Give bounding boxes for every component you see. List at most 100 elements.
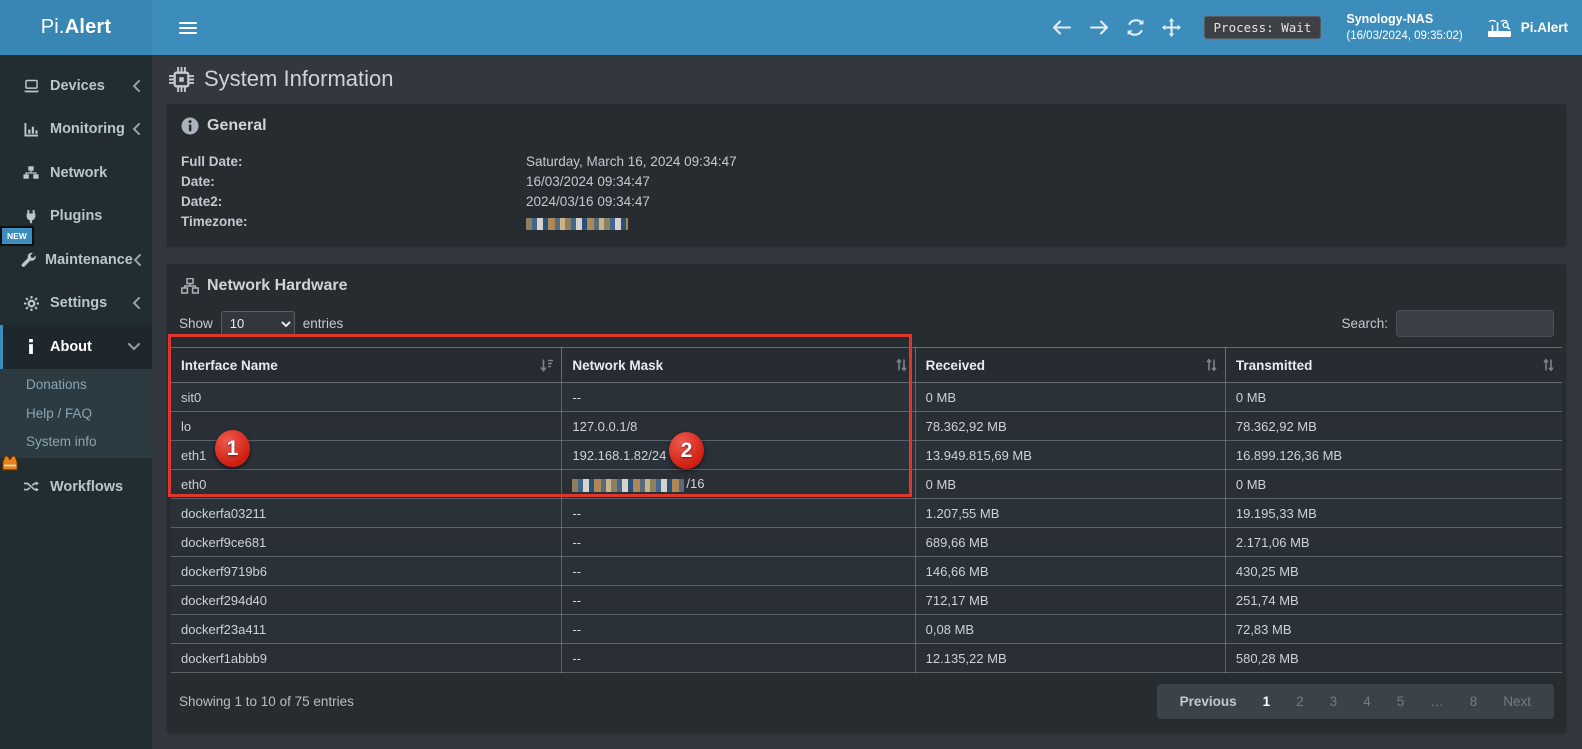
sidebar-item-network[interactable]: Network [0,151,152,195]
refresh-button[interactable] [1126,19,1145,36]
sidebar-item-label: Plugins [50,208,102,224]
forward-button[interactable] [1089,20,1109,35]
cell-mask: -- [562,615,915,644]
pagination-page-8[interactable]: 8 [1457,692,1491,711]
cell-transmitted: 16.899.126,36 MB [1225,441,1562,470]
table-row: dockerf9719b6 -- 146,66 MB 430,25 MB [171,557,1562,586]
column-header-network-mask[interactable]: Network Mask [562,348,915,383]
pagination-page-1[interactable]: 1 [1250,692,1284,711]
chevron-down-icon [128,343,140,351]
general-row: Full Date: Saturday, March 16, 2024 09:3… [181,152,1552,172]
cell-mask: -- [562,528,915,557]
page-size-select[interactable]: 10 [221,311,295,337]
cell-received: 0,08 MB [915,615,1225,644]
chart-icon [21,122,41,137]
cell-transmitted: 251,74 MB [1225,586,1562,615]
table-row: sit0 -- 0 MB 0 MB [171,383,1562,412]
back-button[interactable] [1052,20,1072,35]
plug-icon [21,209,41,224]
brand-prefix: Pi. [41,16,65,39]
cell-mask: /16 [562,470,915,499]
sidebar-item-maintenance[interactable]: NEW Maintenance [0,238,152,282]
table-row: dockerf294d40 -- 712,17 MB 251,74 MB [171,586,1562,615]
info-icon [21,339,41,354]
top-navbar: Pi.Alert Process: Wait Synology-NAS (16/… [0,0,1582,55]
general-panel: General Full Date: Saturday, March 16, 2… [167,104,1566,246]
sort-both-icon [896,358,907,372]
cell-received: 0 MB [915,470,1225,499]
chevron-left-icon [132,297,140,309]
main-content: System Information General Full Date: Sa… [152,55,1582,749]
search-input[interactable] [1396,310,1554,337]
sidebar-item-about[interactable]: About [0,325,152,369]
general-row: Date2: 2024/03/16 09:34:47 [181,192,1552,212]
pagination-page-4[interactable]: 4 [1350,692,1384,711]
table-row: eth1 192.168.1.82/24 13.949.815,69 MB 16… [171,441,1562,470]
info-circle-icon [181,117,199,135]
sidebar-item-monitoring[interactable]: Monitoring [0,108,152,152]
topbar-app-label: Pi.Alert [1486,17,1568,38]
pagination-page-5[interactable]: 5 [1384,692,1418,711]
sidebar-item-workflows[interactable]: Workflows [0,465,152,509]
brand-bold: Alert [65,16,112,39]
cell-interface: eth0 [171,470,562,499]
cell-interface: dockerf9ce681 [171,528,562,557]
host-info: Synology-NAS (16/03/2024, 09:35:02) [1346,10,1462,45]
showing-entries-text: Showing 1 to 10 of 75 entries [179,694,354,709]
shuffle-icon [21,480,41,493]
field-value: 16/03/2024 09:34:47 [526,172,650,192]
pagination-next[interactable]: Next [1490,692,1544,711]
router-icon [1486,17,1513,38]
cell-mask: 127.0.0.1/8 [562,412,915,441]
cell-received: 1.207,55 MB [915,499,1225,528]
brand-logo[interactable]: Pi.Alert [0,0,152,55]
cell-received: 0 MB [915,383,1225,412]
cell-transmitted: 430,25 MB [1225,557,1562,586]
chip-icon [169,67,194,92]
pagination-page-2[interactable]: 2 [1283,692,1317,711]
menu-toggle-button[interactable] [166,0,210,55]
cell-transmitted: 19.195,33 MB [1225,499,1562,528]
field-value: Saturday, March 16, 2024 09:34:47 [526,152,737,172]
chevron-left-icon [132,123,140,135]
sidebar-item-devices[interactable]: Devices [0,64,152,108]
sort-both-icon [1206,358,1217,372]
topnav: Process: Wait Synology-NAS (16/03/2024, … [152,0,1582,55]
column-header-interface-name[interactable]: Interface Name [171,348,562,383]
sidebar-item-donations[interactable]: Donations [0,371,152,400]
table-row: dockerf9ce681 -- 689,66 MB 2.171,06 MB [171,528,1562,557]
entries-label: entries [303,316,344,331]
cell-interface: sit0 [171,383,562,412]
page-title: System Information [169,66,1566,92]
construction-vest-icon [1,455,19,471]
cell-transmitted: 580,28 MB [1225,644,1562,673]
cell-mask: -- [562,383,915,412]
column-header-received[interactable]: Received [915,348,1225,383]
table-row: dockerf1abbb9 -- 12.135,22 MB 580,28 MB [171,644,1562,673]
field-label: Timezone: [181,212,526,232]
cell-transmitted: 78.362,92 MB [1225,412,1562,441]
cell-transmitted: 0 MB [1225,383,1562,412]
cell-transmitted: 72,83 MB [1225,615,1562,644]
pagination-page-3[interactable]: 3 [1317,692,1351,711]
cell-received: 689,66 MB [915,528,1225,557]
move-button[interactable] [1162,18,1181,37]
laptop-icon [21,79,41,93]
cell-received: 712,17 MB [915,586,1225,615]
field-label: Date: [181,172,526,192]
general-panel-header: General [167,104,1566,144]
cell-mask: -- [562,499,915,528]
table-row: eth0 /16 0 MB 0 MB [171,470,1562,499]
sidebar-item-system-info[interactable]: System info [0,428,152,457]
sidebar-item-settings[interactable]: Settings [0,282,152,326]
cell-received: 12.135,22 MB [915,644,1225,673]
pagination-previous[interactable]: Previous [1167,692,1250,711]
network-hardware-header: Network Hardware [171,264,1562,304]
cell-received: 78.362,92 MB [915,412,1225,441]
cell-interface: dockerf1abbb9 [171,644,562,673]
pagination: Previous 1 2 3 4 5 … 8 Next [1157,684,1554,719]
column-header-transmitted[interactable]: Transmitted [1225,348,1562,383]
cell-received: 13.949.815,69 MB [915,441,1225,470]
table-row: dockerf23a411 -- 0,08 MB 72,83 MB [171,615,1562,644]
sidebar-item-help-faq[interactable]: Help / FAQ [0,399,152,428]
